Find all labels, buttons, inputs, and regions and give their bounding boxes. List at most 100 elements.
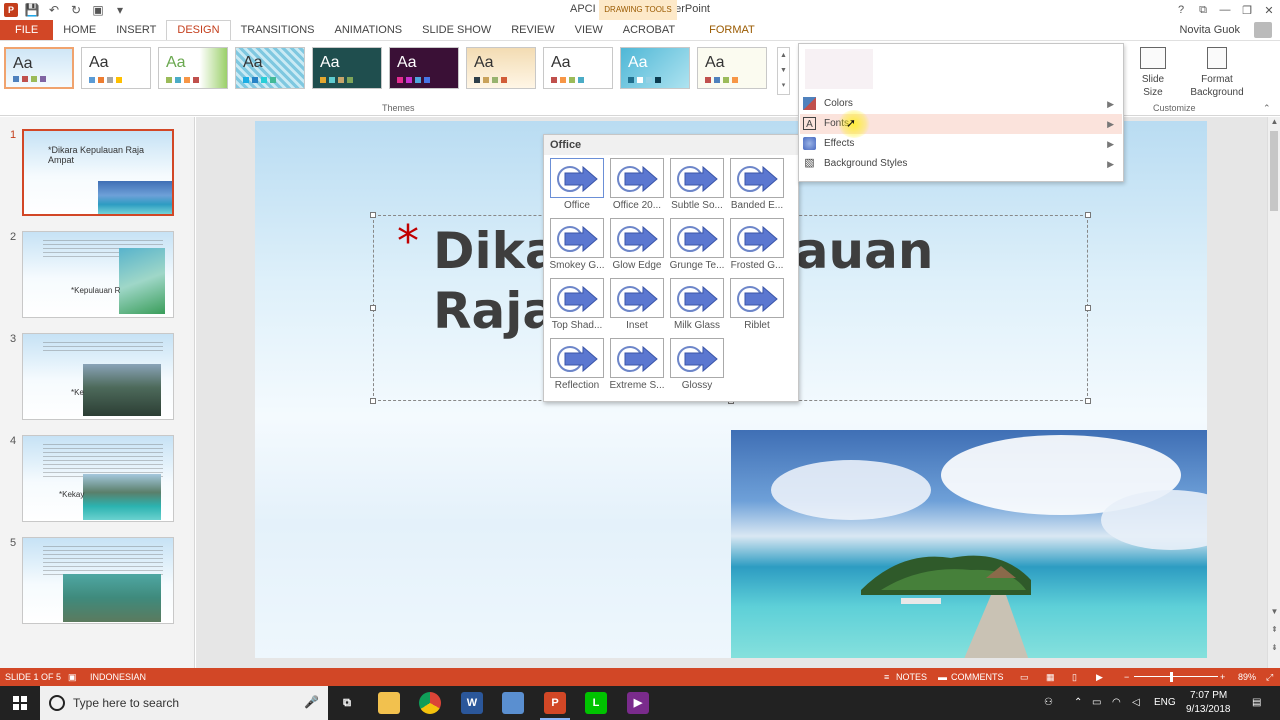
slide-thumbnail-1[interactable]: *Dikara Kepulauan Raja Ampat — [22, 129, 174, 216]
tab-file[interactable]: FILE — [0, 20, 54, 40]
theme-9[interactable]: Aa — [620, 47, 690, 89]
powerpoint-icon[interactable]: P — [540, 692, 570, 720]
tab-format[interactable]: FORMAT — [699, 20, 765, 40]
volume-icon[interactable]: ◁ — [1132, 697, 1140, 708]
tab-insert[interactable]: INSERT — [106, 20, 166, 40]
effect-option[interactable]: Inset — [607, 277, 667, 337]
normal-view-icon[interactable]: ▭ — [1020, 668, 1029, 686]
theme-office[interactable]: Aa — [4, 47, 74, 89]
collapse-ribbon-icon[interactable]: ⌃ — [1263, 103, 1271, 114]
minimize-icon[interactable]: — — [1214, 4, 1236, 16]
slide-thumbnail-4[interactable]: *Kekay — [22, 435, 174, 522]
task-view-icon[interactable]: ⧉ — [336, 692, 358, 714]
gallery-scroll[interactable]: ▲ ▼ ▾ — [777, 47, 790, 95]
effect-option[interactable]: Grunge Te... — [667, 217, 727, 277]
tab-animations[interactable]: ANIMATIONS — [325, 20, 413, 40]
theme-2[interactable]: Aa — [81, 47, 151, 89]
scroll-up-icon[interactable]: ▲ — [1268, 117, 1280, 126]
theme-3[interactable]: Aa — [158, 47, 228, 89]
language-indicator[interactable]: INDONESIAN — [90, 668, 146, 686]
effect-option[interactable]: Riblet — [727, 277, 787, 337]
effect-option[interactable]: Subtle So... — [667, 157, 727, 217]
tab-view[interactable]: VIEW — [565, 20, 613, 40]
slide-size-button[interactable]: Slide Size — [1124, 47, 1182, 99]
resize-handle[interactable] — [370, 398, 376, 404]
language-indicator-taskbar[interactable]: ENG — [1154, 697, 1176, 708]
theme-6[interactable]: Aa — [389, 47, 459, 89]
zoom-slider-thumb[interactable] — [1170, 672, 1173, 682]
tab-review[interactable]: REVIEW — [501, 20, 564, 40]
restore-icon[interactable]: ❐ — [1236, 4, 1258, 17]
tab-acrobat[interactable]: ACROBAT — [613, 20, 685, 40]
theme-10[interactable]: Aa — [697, 47, 767, 89]
effect-option[interactable]: Milk Glass — [667, 277, 727, 337]
scroll-thumb[interactable] — [1270, 131, 1278, 211]
user-name[interactable]: Novita Guok — [1179, 24, 1240, 36]
slide-thumbnail-2[interactable]: *Kepulauan R — [22, 231, 174, 318]
file-explorer-icon[interactable] — [378, 692, 400, 714]
effect-option[interactable]: Top Shad... — [547, 277, 607, 337]
resize-handle[interactable] — [1085, 305, 1091, 311]
format-background-button[interactable]: Format Background — [1188, 47, 1246, 99]
effect-option[interactable]: Smokey G... — [547, 217, 607, 277]
tab-transitions[interactable]: TRANSITIONS — [231, 20, 325, 40]
menu-item-background-styles[interactable]: ▧ Background Styles ▶ — [800, 154, 1122, 174]
video-app-icon[interactable]: ▶ — [627, 692, 649, 714]
zoom-slider[interactable] — [1134, 676, 1218, 677]
spell-check-icon[interactable]: ▣ — [68, 668, 77, 686]
start-button[interactable] — [0, 686, 40, 720]
effect-option[interactable]: Frosted G... — [727, 217, 787, 277]
slide-sorter-icon[interactable]: ▦ — [1046, 668, 1055, 686]
effect-option[interactable]: Glossy — [667, 337, 727, 397]
notification-icon[interactable]: ▤ — [1252, 697, 1261, 708]
line-icon[interactable]: L — [585, 692, 607, 714]
effect-option[interactable]: Office 20... — [607, 157, 667, 217]
ribbon-display-icon[interactable]: ⧉ — [1192, 4, 1214, 17]
slide-thumbnail-3[interactable]: *Ke — [22, 333, 174, 420]
help-icon[interactable]: ? — [1170, 4, 1192, 16]
resize-handle[interactable] — [1085, 398, 1091, 404]
effect-option[interactable]: Extreme S... — [607, 337, 667, 397]
variant-preview[interactable] — [805, 49, 873, 89]
comments-button[interactable]: COMMENTS — [951, 668, 1004, 686]
next-slide-icon[interactable]: ⇟ — [1268, 643, 1280, 652]
effect-option[interactable]: Reflection — [547, 337, 607, 397]
effect-option[interactable]: Glow Edge — [607, 217, 667, 277]
tab-slide-show[interactable]: SLIDE SHOW — [412, 20, 501, 40]
clock-date[interactable]: 9/13/2018 — [1186, 704, 1231, 715]
resize-handle[interactable] — [1085, 212, 1091, 218]
vertical-scrollbar[interactable]: ▲ ▼ ⇞ ⇟ — [1267, 117, 1280, 668]
theme-7[interactable]: Aa — [466, 47, 536, 89]
notes-button[interactable]: NOTES — [896, 668, 927, 686]
slide-show-icon[interactable]: ▶ — [1096, 668, 1103, 686]
theme-8[interactable]: Aa — [543, 47, 613, 89]
wifi-icon[interactable]: ◠ — [1112, 697, 1121, 708]
scroll-down-icon[interactable]: ▼ — [1268, 607, 1280, 616]
battery-icon[interactable]: ▭ — [1092, 697, 1101, 708]
app-icon[interactable] — [502, 692, 524, 714]
resize-handle[interactable] — [370, 212, 376, 218]
word-icon[interactable]: W — [461, 692, 483, 714]
close-icon[interactable]: ✕ — [1258, 4, 1280, 17]
tab-design[interactable]: DESIGN — [166, 20, 231, 40]
effect-option[interactable]: Banded E... — [727, 157, 787, 217]
tab-home[interactable]: HOME — [53, 20, 106, 40]
island-photo[interactable] — [731, 430, 1207, 658]
theme-4[interactable]: Aa — [235, 47, 305, 89]
fit-slide-icon[interactable]: ⤢ — [1266, 668, 1273, 686]
resize-handle[interactable] — [370, 305, 376, 311]
tray-expand-icon[interactable]: ⌃ — [1074, 697, 1082, 708]
people-icon[interactable]: ⚇ — [1044, 697, 1053, 708]
zoom-in-icon[interactable]: + — [1220, 668, 1225, 686]
clock-time[interactable]: 7:07 PM — [1190, 690, 1227, 701]
reading-view-icon[interactable]: ▯ — [1072, 668, 1077, 686]
theme-5[interactable]: Aa — [312, 47, 382, 89]
zoom-out-icon[interactable]: − — [1124, 668, 1129, 686]
zoom-level[interactable]: 89% — [1238, 668, 1256, 686]
previous-slide-icon[interactable]: ⇞ — [1268, 625, 1280, 634]
chrome-icon[interactable] — [419, 692, 441, 714]
taskbar-search[interactable]: Type here to search 🎤 — [40, 686, 328, 720]
effect-option[interactable]: Office — [547, 157, 607, 217]
microphone-icon[interactable]: 🎤 — [304, 695, 319, 709]
avatar[interactable] — [1254, 22, 1272, 38]
